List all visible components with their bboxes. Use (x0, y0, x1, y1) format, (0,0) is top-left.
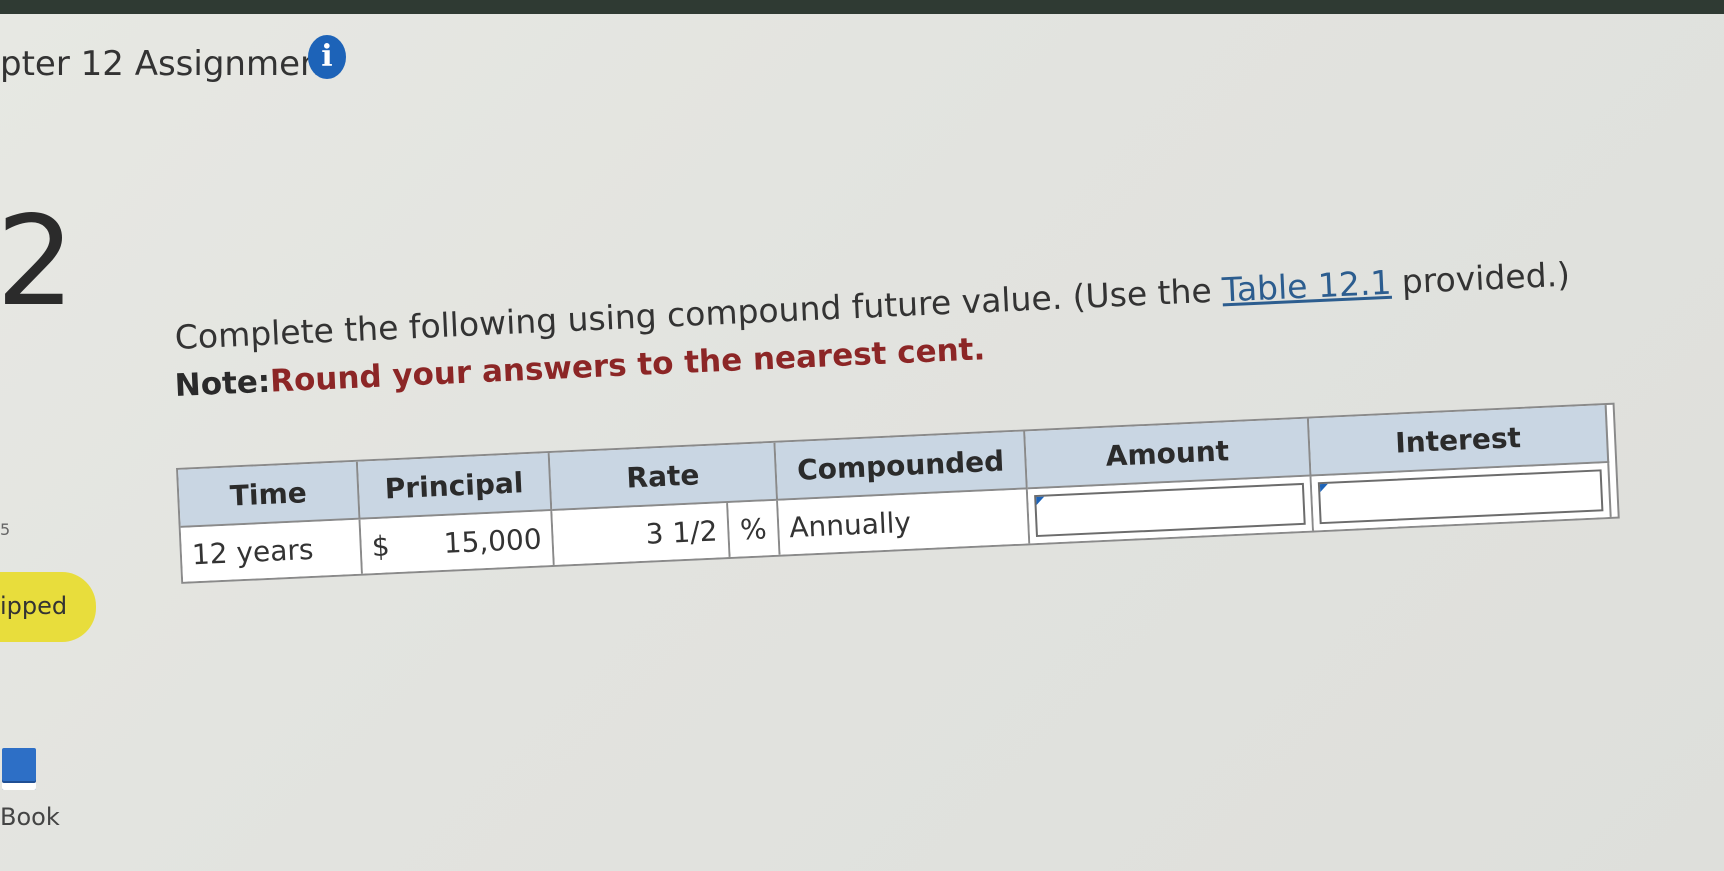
book-icon[interactable] (2, 748, 36, 790)
header-principal: Principal (357, 453, 553, 520)
points-marker: 5 (0, 520, 11, 539)
ebook-label[interactable]: Book (0, 803, 60, 831)
info-icon[interactable]: i (308, 35, 346, 79)
header-rate: Rate (549, 442, 779, 511)
assignment-title: pter 12 Assignment (0, 44, 335, 84)
interest-field[interactable] (1317, 469, 1604, 525)
question-text-end: provided.) (1390, 254, 1571, 302)
cell-principal: $ 15,000 (360, 510, 555, 574)
top-bar (0, 0, 1724, 14)
answer-table: Time Principal Rate Compounded Amount In… (176, 402, 1620, 584)
question-number: 2 (0, 190, 75, 334)
cell-rate: 3 1/2 (552, 502, 731, 565)
status-label: ipped (0, 592, 68, 620)
cell-compounded: Annually (778, 489, 1031, 555)
principal-value: 15,000 (442, 522, 543, 560)
amount-field[interactable] (1034, 482, 1306, 538)
table-link[interactable]: Table 12.1 (1221, 263, 1392, 310)
interest-flag-icon (1319, 483, 1329, 493)
cell-time: 12 years (180, 519, 363, 582)
note-label: Note: (174, 363, 272, 404)
cell-rate-unit: % (728, 500, 781, 557)
principal-currency: $ (371, 528, 391, 563)
amount-flag-icon (1036, 496, 1045, 506)
amount-input[interactable] (1027, 476, 1315, 544)
header-time: Time (178, 461, 361, 528)
